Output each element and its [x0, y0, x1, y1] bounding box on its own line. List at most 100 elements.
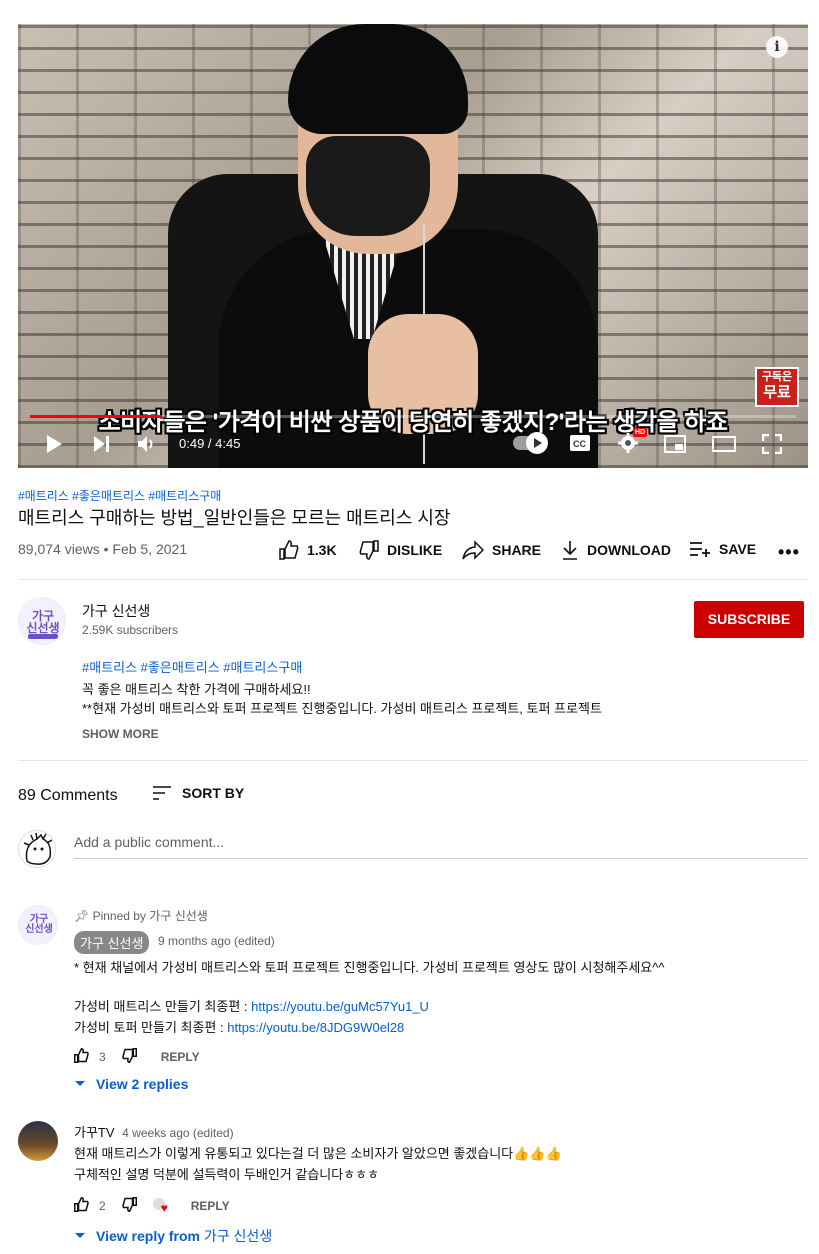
like-count: 1.3K: [307, 542, 337, 558]
comment-text: 현재 매트리스가 이렇게 유통되고 있다는걸 더 많은 소비자가 알았으면 좋겠…: [74, 1146, 514, 1161]
comment-actions: 3 REPLY: [74, 1047, 200, 1066]
share-icon: [462, 540, 484, 560]
comment-author-line: 가꾸TV 4 weeks ago (edited): [74, 1122, 234, 1141]
comment-author[interactable]: 가꾸TV: [74, 1125, 115, 1140]
comments-count: 89 Comments: [18, 787, 118, 804]
view-count-date: 89,074 views • Feb 5, 2021: [18, 541, 188, 557]
reply-button[interactable]: REPLY: [161, 1050, 200, 1064]
heart-icon: ♥: [160, 1201, 168, 1215]
time-display: 0:49 / 4:45: [179, 436, 241, 451]
dislike-label: DISLIKE: [387, 542, 443, 558]
more-actions-icon[interactable]: •••: [778, 542, 800, 563]
comment-avatar[interactable]: [18, 1121, 58, 1161]
chevron-down-icon: [75, 1081, 85, 1086]
video-mask: [306, 136, 430, 236]
video-title: 매트리스 구매하는 방법_일반인들은 모르는 매트리스 시장: [18, 508, 451, 528]
comment-avatar[interactable]: 가구 신선생: [18, 905, 58, 945]
like-button[interactable]: 1.3K: [279, 540, 337, 560]
sort-label: SORT BY: [182, 785, 245, 801]
comment-avatar-text: 가구 신선생: [25, 914, 53, 935]
view-replies-button[interactable]: View 2 replies: [74, 1076, 188, 1092]
channel-logo-bar: [28, 634, 58, 639]
video-caption: 소비자들은 '가격이 비싼 상품이 당연히 좋겠지?'라는 생각을 하죠: [98, 409, 728, 436]
comment-dislike-button[interactable]: [121, 1197, 137, 1215]
hd-badge: HD: [633, 428, 648, 437]
fullscreen-icon[interactable]: [761, 433, 783, 459]
play-icon[interactable]: [44, 434, 64, 459]
view-replies-label: View 2 replies: [96, 1076, 189, 1092]
comment-like-count: 3: [99, 1050, 106, 1064]
badge-top-text: 구독은: [761, 371, 793, 383]
comment-actions: 2 ♥ REPLY: [74, 1196, 230, 1215]
add-comment-input[interactable]: Add a public comment...: [74, 834, 808, 859]
dislike-button[interactable]: DISLIKE: [359, 540, 442, 560]
divider: [18, 579, 808, 580]
theater-mode-icon[interactable]: [712, 435, 736, 458]
video-hashtags[interactable]: #매트리스 #좋은매트리스 #매트리스구매: [18, 487, 221, 504]
sort-by-button[interactable]: SORT BY: [152, 785, 244, 801]
user-avatar: [18, 830, 56, 868]
creator-heart-icon: ♥: [152, 1198, 171, 1215]
thumbs-up-icon: [74, 1196, 89, 1212]
channel-avatar[interactable]: 가구 신선생: [18, 597, 66, 645]
comment-author[interactable]: 가구 신선생: [74, 931, 150, 954]
comment-text-line: 가성비 토퍼 만들기 최종편 : https://youtu.be/8JDG9W…: [74, 1017, 404, 1036]
subscribe-badge: 구독은 무료: [755, 367, 799, 407]
comment-link[interactable]: https://youtu.be/guMc57Yu1_U: [251, 999, 429, 1014]
channel-name[interactable]: 가구 신선생: [82, 601, 150, 621]
comment-like-count: 2: [99, 1199, 106, 1213]
comment-text: 구체적인 설명 덕분에 설득력이 두배인거 같습니다ㅎㅎㅎ: [74, 1167, 380, 1182]
description-line-2: **현재 가성비 매트리스와 토퍼 프로젝트 진행중입니다. 가성비 매트리스 …: [82, 701, 602, 716]
share-label: SHARE: [492, 542, 542, 558]
thumbs-up-icon: [279, 540, 299, 560]
badge-bottom-text: 무료: [763, 384, 791, 401]
sort-icon: [153, 786, 171, 800]
pinned-label: 📌︎ Pinned by 가구 신선생: [74, 907, 208, 924]
show-more-button[interactable]: SHOW MORE: [82, 727, 159, 741]
comment-dislike-button[interactable]: [121, 1048, 137, 1066]
thumbs-down-icon: [121, 1048, 137, 1064]
comment-link[interactable]: https://youtu.be/8JDG9W0el28: [227, 1020, 404, 1035]
comment-text: * 현재 채널에서 가성비 매트리스와 토퍼 프로젝트 진행중입니다. 가성비 …: [74, 960, 665, 975]
channel-logo-text: 가구 신선생: [26, 609, 60, 635]
volume-icon[interactable]: [137, 435, 157, 458]
comment-text-line: 가성비 매트리스 만들기 최종편 : https://youtu.be/guMc…: [74, 996, 429, 1015]
comment-like-button[interactable]: [74, 1047, 89, 1066]
pin-icon: 📌︎: [74, 909, 90, 923]
miniplayer-icon[interactable]: [664, 435, 686, 458]
thumbs-down-icon: [121, 1197, 137, 1213]
comment-meta[interactable]: 9 months ago (edited): [158, 934, 275, 948]
view-reply-author: 가구 신선생: [203, 1228, 273, 1244]
chevron-down-icon: [75, 1233, 85, 1238]
comment-text-line: 현재 매트리스가 이렇게 유통되고 있다는걸 더 많은 소비자가 알았으면 좋겠…: [74, 1143, 562, 1162]
description-hashtags[interactable]: #매트리스 #좋은매트리스 #매트리스구매: [82, 657, 302, 676]
captions-icon[interactable]: CC: [569, 434, 591, 457]
download-icon: [563, 541, 577, 560]
progress-fill: [30, 415, 162, 418]
view-reply-text: View reply from: [96, 1228, 201, 1244]
comment-text-prefix: 가성비 토퍼 만들기 최종편 :: [74, 1020, 228, 1035]
reply-button[interactable]: REPLY: [191, 1199, 230, 1213]
autoplay-knob: [526, 432, 548, 454]
subscriber-count: 2.59K subscribers: [82, 623, 179, 637]
info-icon[interactable]: i: [766, 36, 788, 58]
download-button[interactable]: DOWNLOAD: [561, 540, 671, 560]
thumbs-up-icon: [74, 1047, 89, 1063]
subscribe-button[interactable]: SUBSCRIBE: [694, 601, 804, 638]
comment-text-prefix: 가성비 매트리스 만들기 최종편 :: [74, 999, 252, 1014]
video-player[interactable]: i 구독은 무료 소비자들은 '가격이 비싼 상품이 당연히 좋겠지?'라는 생…: [18, 24, 808, 468]
view-reply-label: View reply from 가구 신선생: [96, 1226, 272, 1246]
divider: [18, 760, 808, 761]
svg-text:CC: CC: [573, 439, 586, 449]
view-reply-button[interactable]: View reply from 가구 신선생: [74, 1226, 272, 1246]
playlist-add-icon: [690, 542, 710, 557]
description-line-1: 꼭 좋은 매트리스 착한 가격에 구매하세요!!: [82, 682, 311, 697]
save-button[interactable]: SAVE: [689, 540, 756, 558]
thumbs-up-emoji: 👍👍👍: [513, 1146, 562, 1161]
share-button[interactable]: SHARE: [462, 540, 541, 560]
next-icon[interactable]: [93, 435, 111, 458]
download-label: DOWNLOAD: [587, 542, 671, 558]
comment-meta[interactable]: 4 weeks ago (edited): [122, 1126, 233, 1140]
comment-like-button[interactable]: [74, 1196, 89, 1215]
save-label: SAVE: [719, 541, 757, 557]
